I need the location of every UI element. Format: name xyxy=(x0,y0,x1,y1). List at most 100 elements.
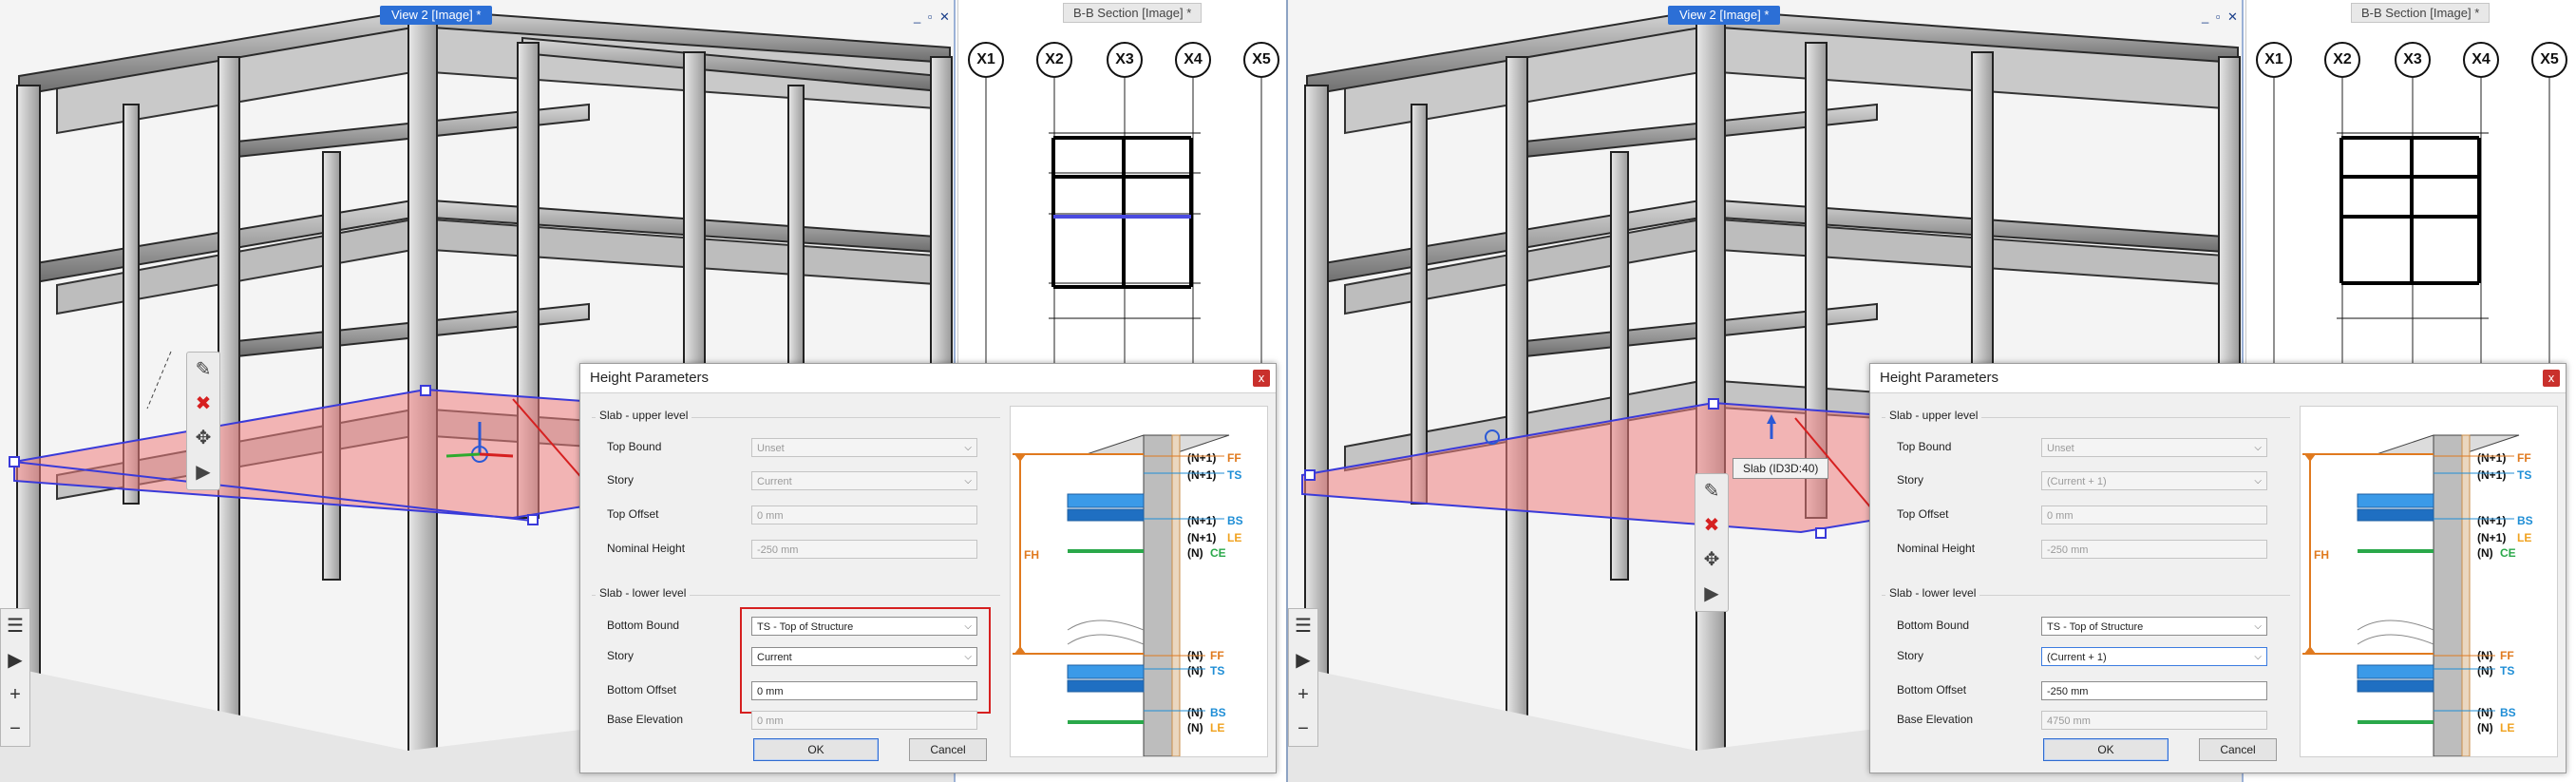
svg-text:BS: BS xyxy=(1210,706,1226,719)
story-lower-select[interactable]: (Current + 1) ⌵ xyxy=(2041,647,2267,666)
pencil-icon[interactable]: ✎ xyxy=(1695,474,1728,508)
edit-toolbar: ✎ ✖ ✥ ▶ xyxy=(186,352,220,490)
play-icon[interactable]: ▶ xyxy=(187,455,219,489)
move-icon[interactable]: ✥ xyxy=(1695,543,1728,577)
section-drawing xyxy=(985,76,1262,371)
dialog-title: Height Parameters xyxy=(580,364,1276,393)
svg-text:(N): (N) xyxy=(2477,706,2493,719)
height-parameters-dialog: Height Parameters x Slab - upper level T… xyxy=(1869,363,2567,773)
upper-level-group: Slab - upper level xyxy=(1882,409,2290,422)
svg-text:LE: LE xyxy=(1210,721,1224,734)
play-icon[interactable]: ▶ xyxy=(1695,577,1728,611)
section-view[interactable]: B-B Section [Image] * X1 X2 X3 X4 X5 xyxy=(2245,0,2576,371)
top-offset-field[interactable]: 0 mm xyxy=(751,505,977,525)
story-upper-select[interactable]: Current ⌵ xyxy=(751,471,977,490)
top-bound-label: Top Bound xyxy=(1897,440,1952,453)
bottom-bound-label: Bottom Bound xyxy=(607,619,680,632)
svg-text:TS: TS xyxy=(1227,468,1241,482)
top-offset-label: Top Offset xyxy=(607,507,659,521)
group-label: Slab - upper level xyxy=(1885,409,1982,422)
zoom-in-icon[interactable]: + xyxy=(1289,677,1317,712)
nominal-height-label: Nominal Height xyxy=(607,542,686,555)
view-tab[interactable]: View 2 [Image] * xyxy=(1668,6,1781,25)
svg-text:(N+1): (N+1) xyxy=(1187,514,1216,527)
ok-button[interactable]: OK xyxy=(753,738,879,761)
upper-level-group: Slab - upper level xyxy=(592,409,1000,422)
svg-text:FF: FF xyxy=(1227,451,1241,465)
delete-icon[interactable]: ✖ xyxy=(1695,508,1728,543)
window-controls[interactable]: _ ▫ ✕ xyxy=(914,10,952,25)
bottom-offset-label: Bottom Offset xyxy=(607,683,677,696)
lower-level-group: Slab - lower level xyxy=(1882,586,2290,600)
story-upper-select[interactable]: (Current + 1) ⌵ xyxy=(2041,471,2267,490)
svg-text:TS: TS xyxy=(2500,664,2514,677)
chevron-down-icon: ⌵ xyxy=(2254,652,2262,662)
ok-button[interactable]: OK xyxy=(2043,738,2169,761)
section-drawing xyxy=(2273,76,2550,371)
zoom-in-icon[interactable]: + xyxy=(1,677,29,712)
svg-text:(N+1): (N+1) xyxy=(2477,451,2506,465)
top-bound-select[interactable]: Unset ⌵ xyxy=(751,438,977,457)
left-pane: View 2 [Image] * _ ▫ ✕ ✎ ✖ ✥ ▶ ☰ ▶ + − B… xyxy=(0,0,1288,782)
svg-text:(N): (N) xyxy=(1187,706,1203,719)
bottom-bound-label: Bottom Bound xyxy=(1897,619,1970,632)
svg-text:CE: CE xyxy=(2500,546,2516,560)
chevron-down-icon: ⌵ xyxy=(2254,443,2262,453)
group-label: Slab - upper level xyxy=(596,409,692,422)
svg-text:TS: TS xyxy=(1210,664,1224,677)
svg-text:(N): (N) xyxy=(1187,664,1203,677)
svg-text:LE: LE xyxy=(1227,531,1241,544)
svg-text:(N+1): (N+1) xyxy=(2477,531,2506,544)
svg-text:FH: FH xyxy=(1024,548,1039,562)
nominal-height-field[interactable]: -250 mm xyxy=(751,540,977,559)
zoom-out-icon[interactable]: − xyxy=(1289,712,1317,746)
chevron-down-icon: ⌵ xyxy=(964,476,972,486)
cancel-button[interactable]: Cancel xyxy=(2199,738,2277,761)
top-bound-select[interactable]: Unset ⌵ xyxy=(2041,438,2267,457)
close-button[interactable]: x xyxy=(2543,370,2560,387)
top-offset-label: Top Offset xyxy=(1897,507,1949,521)
pencil-icon[interactable]: ✎ xyxy=(187,353,219,387)
expand-icon[interactable]: ▶ xyxy=(1,643,29,677)
list-icon[interactable]: ☰ xyxy=(1289,609,1317,643)
bottom-offset-field[interactable]: -250 mm xyxy=(2041,681,2267,700)
chevron-down-icon: ⌵ xyxy=(964,443,972,453)
svg-text:(N+1): (N+1) xyxy=(2477,514,2506,527)
story-lower-label: Story xyxy=(607,649,635,662)
cancel-button[interactable]: Cancel xyxy=(909,738,987,761)
view-tab[interactable]: View 2 [Image] * xyxy=(380,6,493,25)
window-controls[interactable]: _ ▫ ✕ xyxy=(2202,10,2240,25)
group-label: Slab - lower level xyxy=(596,586,691,600)
delete-icon[interactable]: ✖ xyxy=(187,387,219,421)
base-elevation-field[interactable]: 4750 mm xyxy=(2041,711,2267,730)
top-bound-label: Top Bound xyxy=(607,440,662,453)
annotation-highlight-box xyxy=(740,607,991,714)
svg-text:(N): (N) xyxy=(1187,721,1203,734)
section-view[interactable]: B-B Section [Image] * X1 X2 X3 X4 X5 xyxy=(957,0,1286,371)
nominal-height-field[interactable]: -250 mm xyxy=(2041,540,2267,559)
svg-text:(N+1): (N+1) xyxy=(1187,468,1216,482)
svg-text:FF: FF xyxy=(1210,649,1224,662)
svg-text:BS: BS xyxy=(1227,514,1243,527)
edit-toolbar: ✎ ✖ ✥ ▶ xyxy=(1695,473,1729,612)
move-icon[interactable]: ✥ xyxy=(187,421,219,455)
top-offset-field[interactable]: 0 mm xyxy=(2041,505,2267,525)
dialog-title: Height Parameters xyxy=(1870,364,2566,393)
zoom-out-icon[interactable]: − xyxy=(1,712,29,746)
level-diagram-drawing: FH (N+1) FF (N+1) TS (N+1) BS (N+1) LE (N) CE… xyxy=(2302,434,2533,756)
chevron-down-icon: ⌵ xyxy=(2254,476,2262,486)
close-button[interactable]: x xyxy=(1253,370,1270,387)
group-label: Slab - lower level xyxy=(1885,586,1980,600)
expand-icon[interactable]: ▶ xyxy=(1289,643,1317,677)
chevron-down-icon: ⌵ xyxy=(2254,621,2262,632)
svg-text:FF: FF xyxy=(2517,451,2531,465)
story-upper-label: Story xyxy=(1897,473,1924,486)
list-icon[interactable]: ☰ xyxy=(1,609,29,643)
svg-text:FH: FH xyxy=(2314,548,2329,562)
bottom-bound-select[interactable]: TS - Top of Structure ⌵ xyxy=(2041,617,2267,636)
svg-text:(N): (N) xyxy=(1187,546,1203,560)
base-elevation-label: Base Elevation xyxy=(607,713,684,726)
svg-text:(N+1): (N+1) xyxy=(2477,468,2506,482)
base-elevation-field[interactable]: 0 mm xyxy=(751,711,977,730)
svg-text:LE: LE xyxy=(2517,531,2531,544)
